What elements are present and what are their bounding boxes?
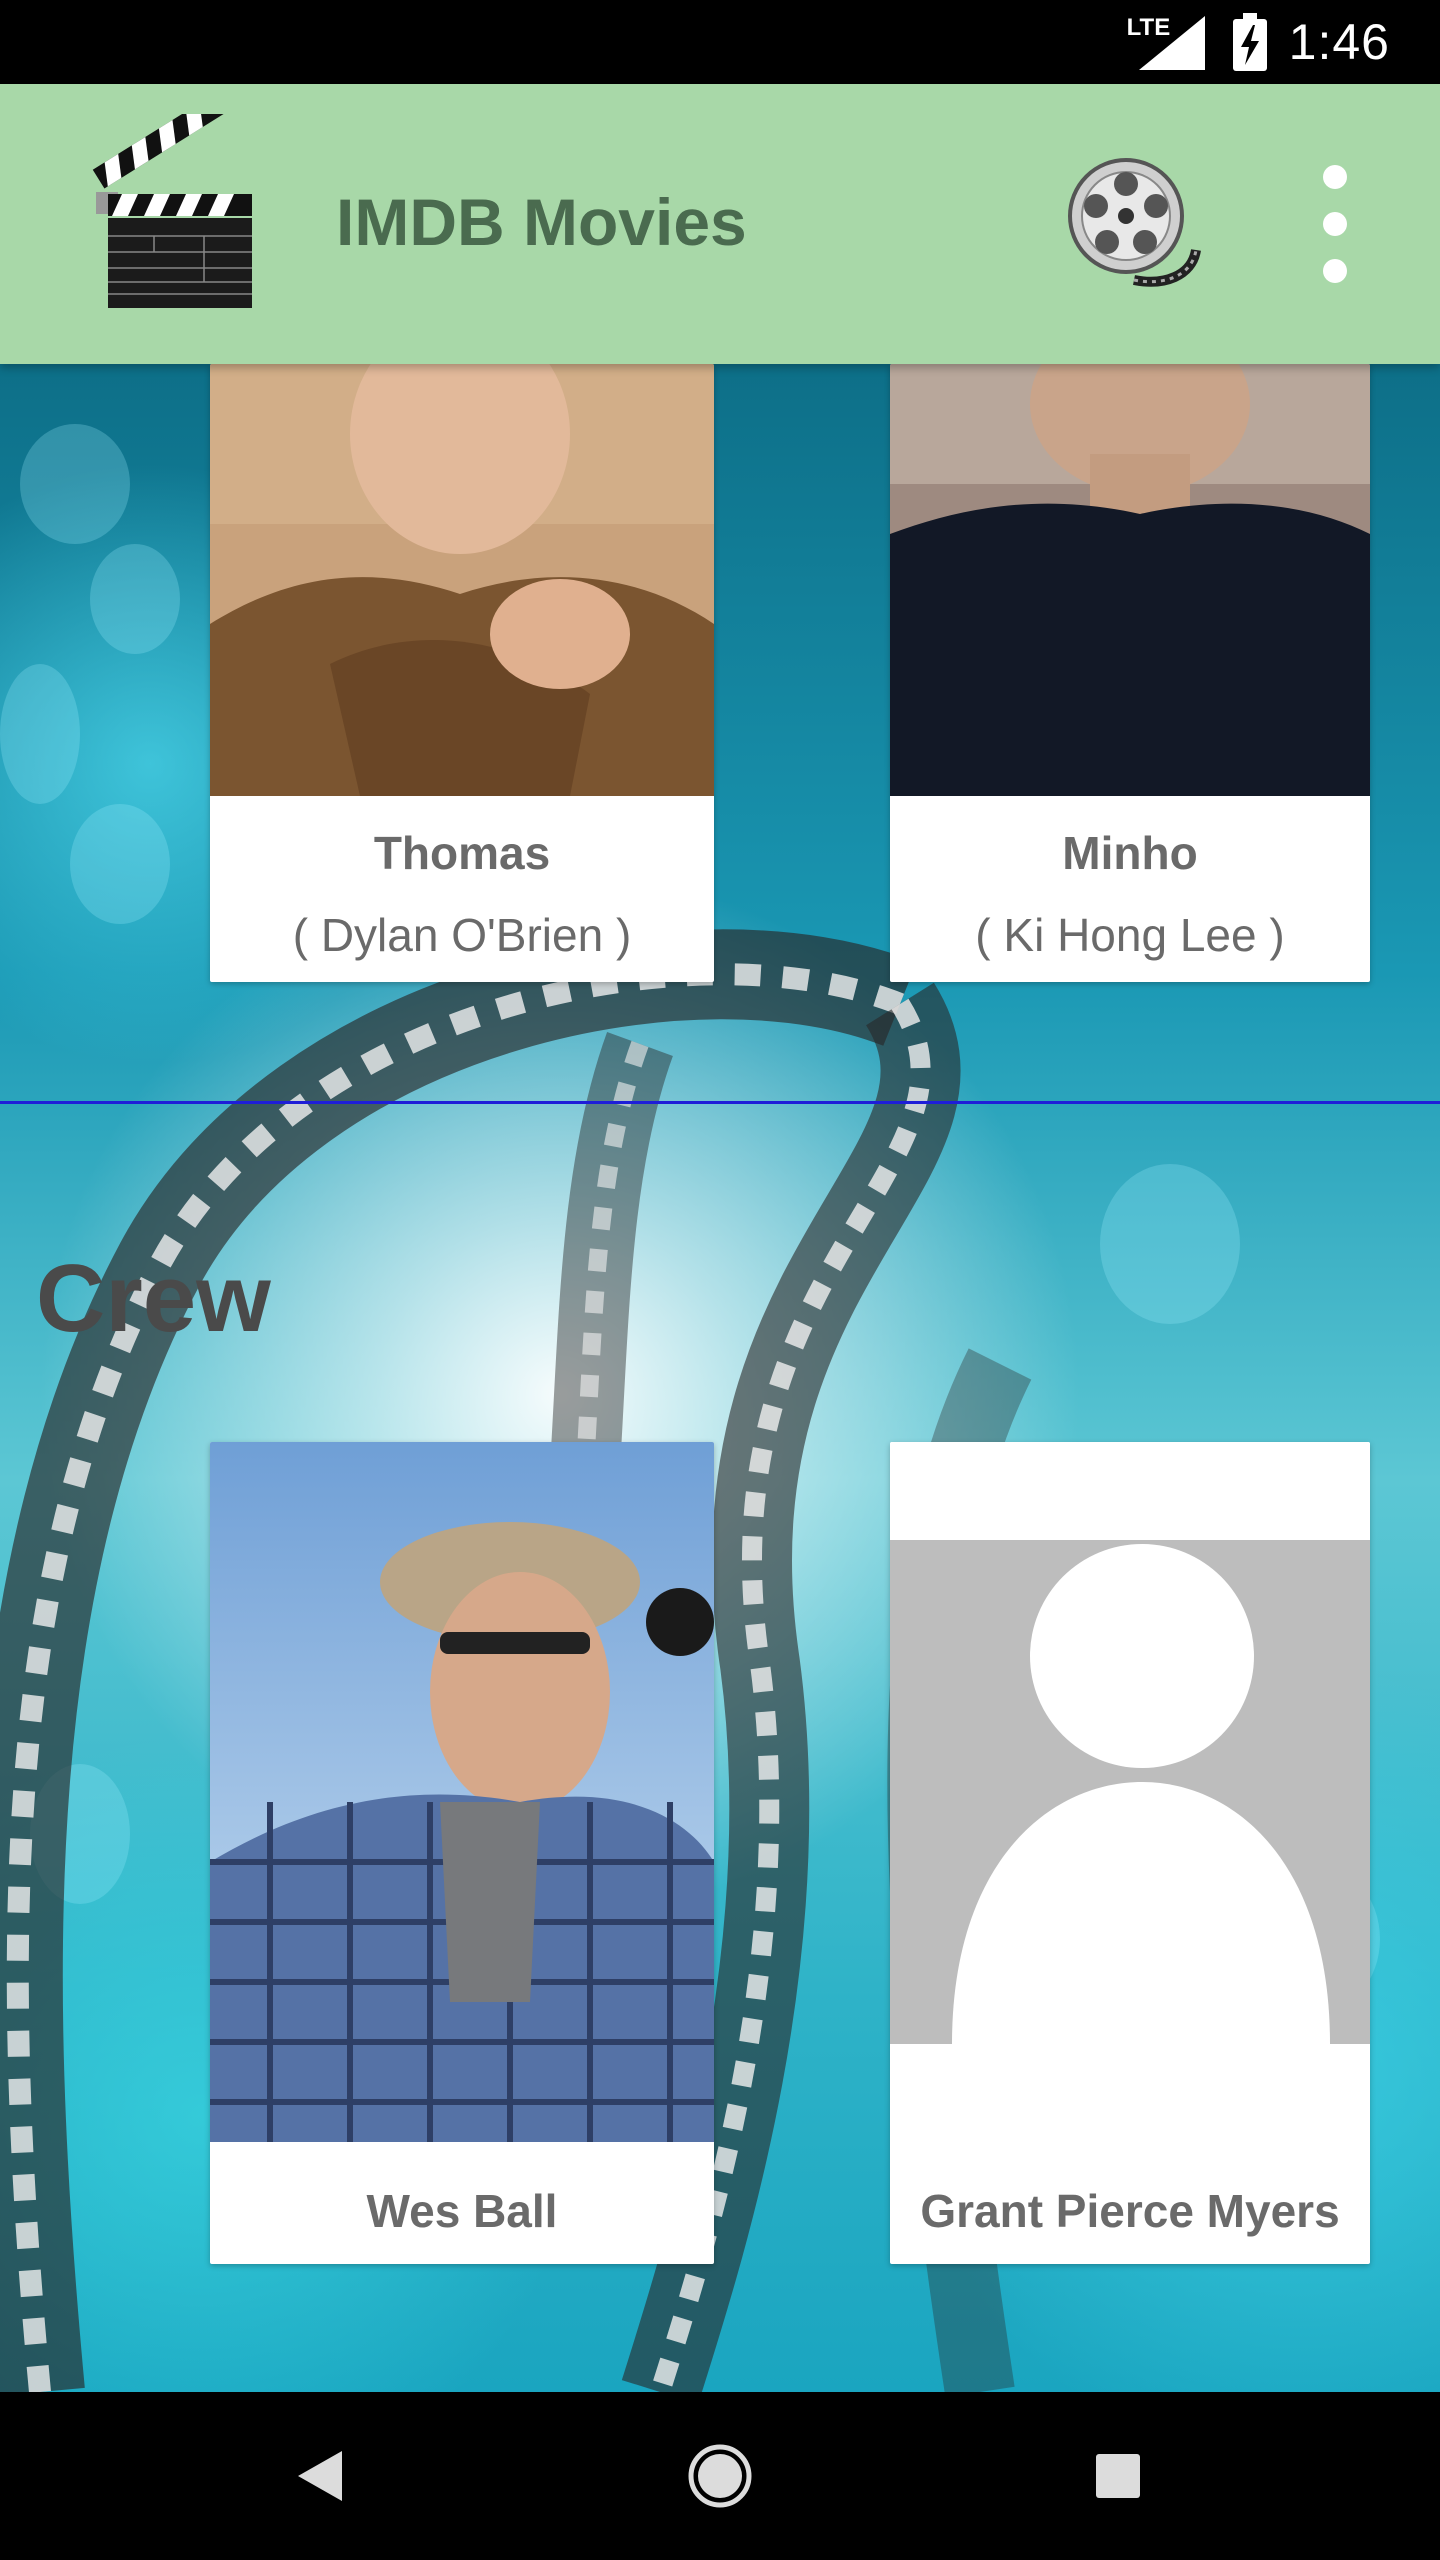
crew-section-title: Crew [36,1245,271,1352]
film-reel-icon[interactable] [1064,154,1204,299]
status-bar: LTE 1:46 [0,0,1440,84]
placeholder-avatar-icon [890,1442,1370,2142]
crew-photo [210,1442,714,2142]
navigation-bar [0,2392,1440,2560]
character-name: Minho [1062,827,1198,879]
background-bokeh [20,424,130,544]
app-screen: LTE 1:46 IMDB Movies Thomas (Dylan O'Br… [0,0,1440,2560]
background-bokeh [1100,1164,1240,1324]
status-icons: LTE 1:46 [1127,0,1390,84]
background-bokeh [90,544,180,654]
battery-charging-icon [1232,13,1267,71]
cast-card[interactable]: Thomas ( Dylan O'Brien ) [210,364,714,982]
home-icon[interactable] [670,2392,770,2560]
character-name: Thomas [373,827,551,879]
background-bokeh [70,804,170,924]
actor-photo [890,364,1370,796]
actor-name: ( Dylan O'Brien ) [292,909,632,961]
crew-card[interactable]: Wes Ball Director [210,1442,714,2264]
background-bokeh [0,664,80,804]
actor-name: ( Ki Hong Lee ) [975,909,1285,961]
movie-detail-content[interactable]: Thomas ( Dylan O'Brien ) Minho ( Ki Hong… [0,364,1440,2392]
background-bokeh [30,1764,130,1904]
app-title: IMDB Movies [336,185,747,259]
signal-icon: LTE [1127,0,1211,84]
app-bar: IMDB Movies [0,84,1440,364]
clapperboard-icon [92,90,262,319]
back-icon[interactable] [270,2392,370,2560]
crew-name: Grant Pierce Myers [920,2185,1340,2237]
crew-card[interactable]: Grant Pierce Myers Screenplay [890,1442,1370,2264]
crew-name: Wes Ball [366,2185,558,2237]
section-divider [0,1101,1440,1104]
cast-card[interactable]: Minho ( Ki Hong Lee ) [890,364,1370,982]
overflow-menu-icon[interactable] [1305,154,1365,294]
clock: 1:46 [1288,14,1390,70]
actor-photo [210,364,714,796]
recents-icon[interactable] [1068,2392,1168,2560]
